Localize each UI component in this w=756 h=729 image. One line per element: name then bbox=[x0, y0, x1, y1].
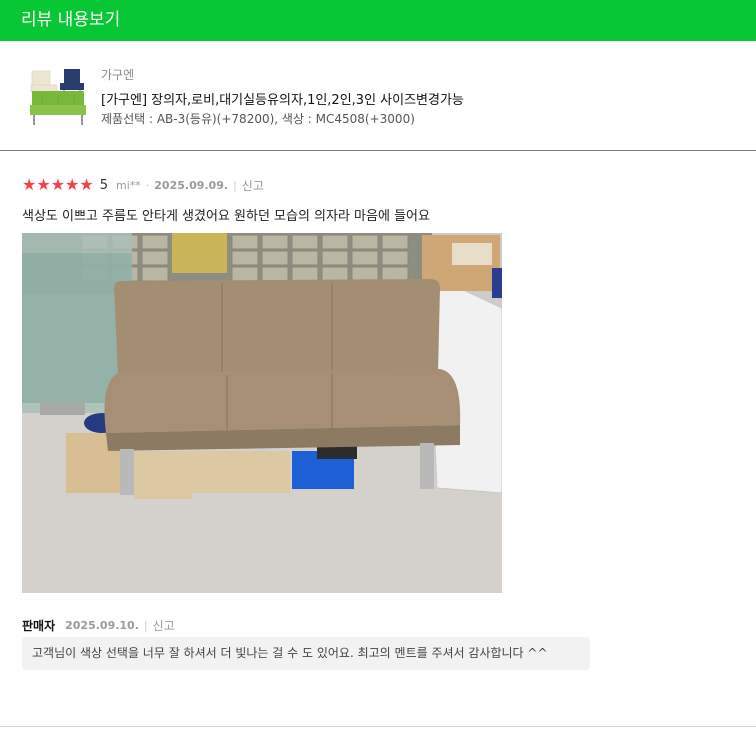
star-icon: ★ bbox=[50, 175, 66, 194]
report-link[interactable]: 신고 bbox=[242, 177, 264, 194]
review-photo[interactable] bbox=[22, 233, 502, 593]
seller-label: 판매자 bbox=[22, 619, 56, 633]
product-option: 제품선택 : AB-3(등유)(+78200), 색상 : MC4508(+30… bbox=[101, 112, 415, 126]
page-title: 리뷰 내용보기 bbox=[21, 10, 121, 30]
star-icon: ★ bbox=[65, 175, 80, 194]
star-icon: ★ bbox=[36, 175, 51, 194]
review-date: 2025.09.09. bbox=[154, 178, 229, 192]
seller-meta: 판매자 2025.09.10. | 신고 bbox=[22, 617, 175, 634]
seller-separator: | bbox=[143, 619, 148, 632]
star-rating: ★ ★ ★ ★ ★ bbox=[22, 177, 94, 193]
reviewer-id: mi** bbox=[116, 178, 141, 192]
product-name[interactable]: [가구엔] 장의자,로비,대기실등유의자,1인,2인,3인 사이즈변경가능 bbox=[101, 89, 464, 108]
product-summary: 가구엔 [가구엔] 장의자,로비,대기실등유의자,1인,2인,3인 사이즈변경가… bbox=[0, 41, 756, 151]
star-icon: ★ bbox=[22, 175, 37, 194]
product-brand: 가구엔 bbox=[101, 68, 135, 82]
review-meta: ★ ★ ★ ★ ★ 5 mi** · 2025.09.09. | 신고 bbox=[22, 177, 264, 193]
sofa-thumbnail-icon bbox=[28, 65, 88, 129]
rating-score: 5 bbox=[99, 177, 108, 193]
review-text: 색상도 이쁘고 주름도 안타게 생겼어요 원하던 모습의 의자라 마음에 들어요 bbox=[22, 209, 430, 224]
seller-report-link[interactable]: 신고 bbox=[153, 617, 175, 634]
seller-reply-date: 2025.09.10. bbox=[65, 619, 139, 632]
meta-separator: | bbox=[233, 178, 237, 192]
star-icon: ★ bbox=[79, 175, 94, 194]
page-header: 리뷰 내용보기 bbox=[0, 0, 756, 41]
meta-dot: · bbox=[145, 178, 150, 192]
seller-reply-text: 고객님이 색상 선택을 너무 잘 하셔서 더 빛나는 걸 수 도 있어요. 최고… bbox=[22, 637, 590, 670]
bottom-divider bbox=[0, 726, 756, 727]
